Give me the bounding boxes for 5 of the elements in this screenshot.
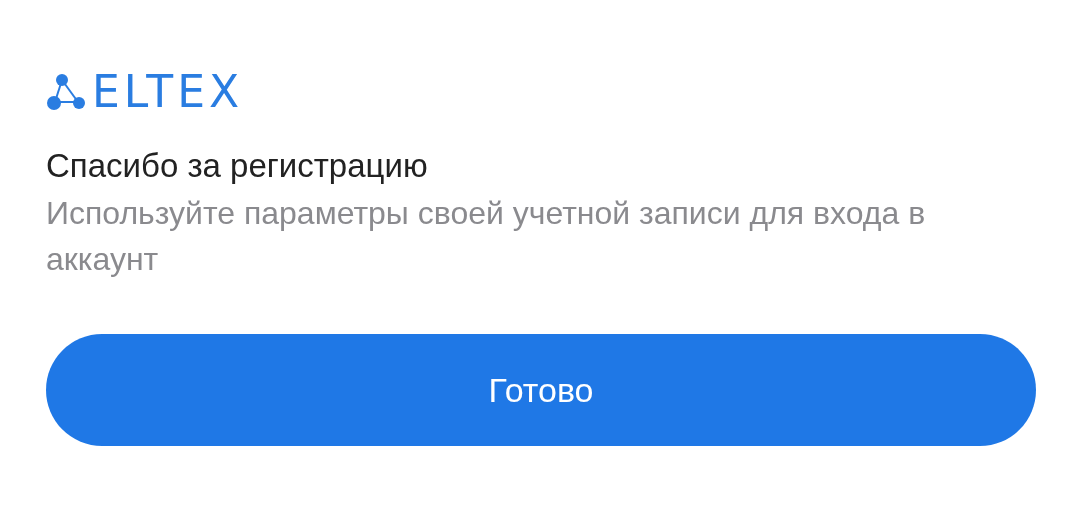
message: Используйте параметры своей учетной записи для входа в аккаунт	[46, 194, 927, 279]
title: Спасибо за регистрацию	[46, 146, 429, 186]
logo-text: ELTEX	[92, 70, 244, 114]
done-button[interactable]: Готово	[46, 334, 1036, 446]
logo-icon	[46, 72, 88, 112]
